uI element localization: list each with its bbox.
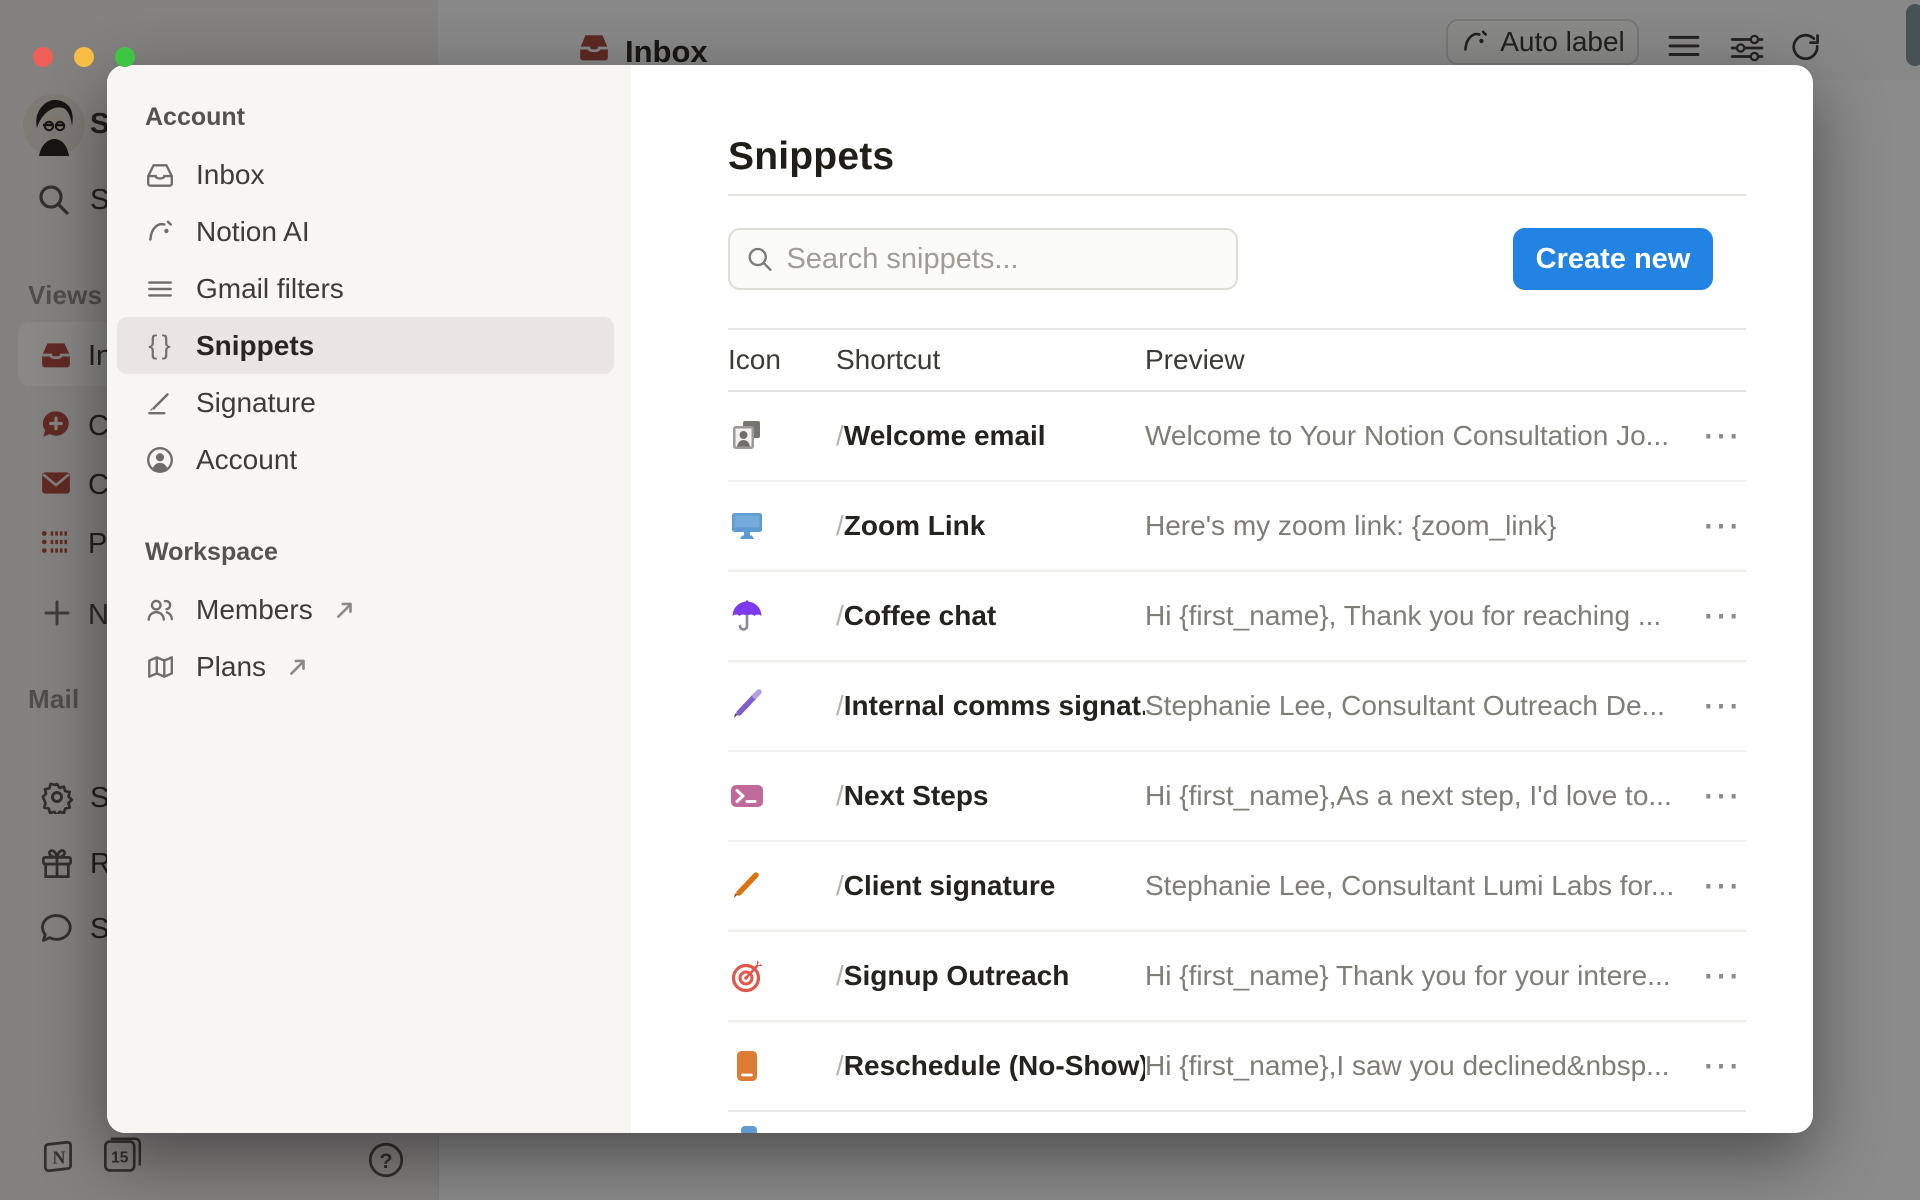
- ai-sparkle-icon: [145, 217, 175, 247]
- settings-item-label: Inbox: [196, 159, 265, 191]
- settings-item-account[interactable]: Account: [117, 431, 614, 488]
- orange-pen-icon: [728, 867, 766, 905]
- settings-item-label: Signature: [196, 387, 316, 419]
- map-icon: [145, 652, 175, 682]
- settings-item-gmail-filters[interactable]: Gmail filters: [117, 260, 614, 317]
- snippet-row[interactable]: /Welcome email Welcome to Your Notion Co…: [728, 392, 1746, 482]
- settings-item-label: Members: [196, 594, 313, 626]
- slash-prefix: /: [836, 420, 844, 451]
- settings-item-inbox[interactable]: Inbox: [117, 146, 614, 203]
- row-menu-button[interactable]: ⋯: [1696, 1046, 1746, 1086]
- slash-prefix: /: [836, 690, 844, 721]
- row-menu-button[interactable]: ⋯: [1696, 956, 1746, 996]
- slash-prefix: /: [836, 960, 844, 991]
- external-link-icon: [287, 656, 309, 678]
- target-icon: [728, 957, 766, 995]
- settings-item-plans[interactable]: Plans: [117, 638, 614, 695]
- search-icon: [746, 244, 773, 274]
- settings-item-label: Account: [196, 444, 297, 476]
- slash-prefix: /: [836, 870, 844, 901]
- person-circle-icon: [145, 445, 175, 475]
- table-header: Icon Shortcut Preview: [728, 328, 1746, 392]
- snippet-shortcut: Client signature: [844, 870, 1056, 901]
- snippets-table: Icon Shortcut Preview /Welcome email Wel…: [728, 328, 1746, 1112]
- terminal-icon: [728, 777, 766, 815]
- signature-pen-icon: [145, 388, 175, 418]
- settings-item-label: Notion AI: [196, 216, 310, 248]
- settings-sidebar: Account Inbox Notion AI: [107, 65, 631, 1133]
- settings-section-heading: Account: [145, 103, 614, 132]
- inbox-icon: [145, 160, 175, 190]
- settings-item-signature[interactable]: Signature: [117, 374, 614, 431]
- slash-prefix: /: [836, 600, 844, 631]
- settings-modal: Account Inbox Notion AI: [107, 65, 1813, 1133]
- external-link-icon: [334, 599, 356, 621]
- partial-row-icon: [741, 1126, 757, 1133]
- snippet-preview: Welcome to Your Notion Consultation Jo..…: [1145, 420, 1696, 452]
- notebook-icon: [728, 1047, 766, 1085]
- settings-item-label: Gmail filters: [196, 273, 344, 305]
- snippet-row[interactable]: /Internal comms signat... Stephanie Lee,…: [728, 662, 1746, 752]
- close-window-button[interactable]: [33, 47, 53, 67]
- snippet-row[interactable]: /Signup Outreach Hi {first_name} Thank y…: [728, 932, 1746, 1022]
- window-controls: [33, 47, 135, 67]
- settings-item-notion-ai[interactable]: Notion AI: [117, 203, 614, 260]
- row-menu-button[interactable]: ⋯: [1696, 866, 1746, 906]
- settings-item-snippets[interactable]: { } Snippets: [117, 317, 614, 374]
- snippet-preview: Stephanie Lee, Consultant Lumi Labs for.…: [1145, 870, 1696, 902]
- snippet-row[interactable]: /Zoom Link Here's my zoom link: {zoom_li…: [728, 482, 1746, 572]
- row-menu-button[interactable]: ⋯: [1696, 776, 1746, 816]
- umbrella-icon: [728, 597, 766, 635]
- snippet-shortcut: Internal comms signat...: [844, 690, 1145, 721]
- snippet-shortcut: Coffee chat: [844, 600, 996, 631]
- snippet-preview: Hi {first_name},As a next step, I'd love…: [1145, 780, 1696, 812]
- minimize-window-button[interactable]: [74, 47, 94, 67]
- title-divider: [728, 194, 1746, 196]
- desktop-icon: [728, 507, 766, 545]
- filter-lines-icon: [145, 274, 175, 304]
- contact-card-icon: [728, 417, 766, 455]
- snippet-preview: Hi {first_name} Thank you for your inter…: [1145, 960, 1696, 992]
- snippet-search-box[interactable]: [728, 228, 1238, 290]
- page-title: Snippets: [728, 135, 1746, 179]
- slash-prefix: /: [836, 510, 844, 541]
- snippet-preview: Stephanie Lee, Consultant Outreach De...: [1145, 690, 1696, 722]
- search-input[interactable]: [786, 243, 1220, 276]
- settings-item-label: Snippets: [196, 330, 314, 362]
- snippet-preview: Here's my zoom link: {zoom_link}: [1145, 510, 1696, 542]
- snippets-panel: Snippets Create new Icon Shortcut Previe…: [631, 65, 1813, 1133]
- snippet-shortcut: Signup Outreach: [844, 960, 1070, 991]
- settings-item-members[interactable]: Members: [117, 581, 614, 638]
- snippet-row[interactable]: /Reschedule (No-Show) Hi {first_name},I …: [728, 1022, 1746, 1112]
- row-menu-button[interactable]: ⋯: [1696, 416, 1746, 456]
- snippet-shortcut: Reschedule (No-Show): [844, 1050, 1145, 1081]
- slash-prefix: /: [836, 780, 844, 811]
- slash-prefix: /: [836, 1050, 844, 1081]
- snippet-shortcut: Zoom Link: [844, 510, 986, 541]
- braces-icon: { }: [145, 330, 175, 361]
- snippet-preview: Hi {first_name}, Thank you for reaching …: [1145, 600, 1696, 632]
- purple-pen-icon: [728, 687, 766, 725]
- snippet-row[interactable]: /Coffee chat Hi {first_name}, Thank you …: [728, 572, 1746, 662]
- create-new-button[interactable]: Create new: [1513, 228, 1713, 290]
- row-menu-button[interactable]: ⋯: [1696, 596, 1746, 636]
- column-header-icon: Icon: [728, 344, 836, 376]
- snippet-row[interactable]: /Next Steps Hi {first_name},As a next st…: [728, 752, 1746, 842]
- people-icon: [145, 595, 175, 625]
- zoom-window-button[interactable]: [115, 47, 135, 67]
- snippet-preview: Hi {first_name},I saw you declined&nbsp.…: [1145, 1050, 1696, 1082]
- snippet-shortcut: Welcome email: [844, 420, 1046, 451]
- snippet-row[interactable]: /Client signature Stephanie Lee, Consult…: [728, 842, 1746, 932]
- row-menu-button[interactable]: ⋯: [1696, 686, 1746, 726]
- column-header-preview: Preview: [1145, 344, 1696, 376]
- row-menu-button[interactable]: ⋯: [1696, 506, 1746, 546]
- settings-section-heading: Workspace: [145, 538, 614, 567]
- settings-item-label: Plans: [196, 651, 266, 683]
- column-header-shortcut: Shortcut: [836, 344, 1145, 376]
- snippet-shortcut: Next Steps: [844, 780, 989, 811]
